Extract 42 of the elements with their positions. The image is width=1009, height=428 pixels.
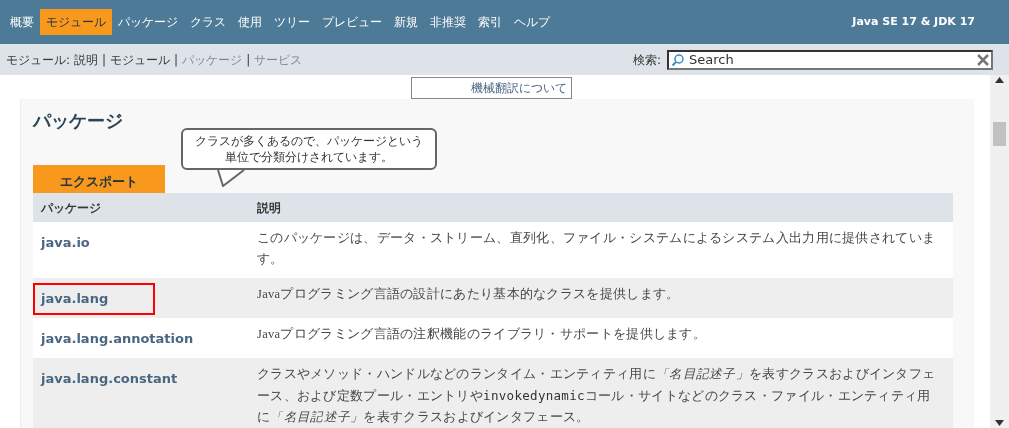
package-link[interactable]: java.lang.constant <box>35 369 184 389</box>
separator: | <box>102 51 107 69</box>
package-link[interactable]: java.io <box>35 233 96 253</box>
scrollbar-thumb[interactable] <box>993 122 1006 146</box>
sub-nav-link[interactable]: 説明 <box>74 50 99 69</box>
scroll-down-arrow-icon[interactable] <box>995 420 1004 426</box>
sub-nav-link: パッケージ <box>182 51 243 69</box>
nav-link[interactable]: 新規 <box>388 9 424 35</box>
scrollbar[interactable] <box>990 75 1009 428</box>
sub-nav-label: モジュール: <box>6 51 71 69</box>
translation-button[interactable]: 機械翻訳について <box>410 77 572 99</box>
nav-link[interactable]: 使用 <box>232 9 268 35</box>
clear-icon[interactable] <box>977 53 989 66</box>
separator: | <box>246 51 251 69</box>
package-description: このパッケージは、データ・ストリーム、直列化、ファイル・システムによるシステム入出力用に提供されています。 <box>257 230 937 268</box>
package-description: Javaプログラミング言語の設計にあたり基本的なクラスを提供します。 <box>257 286 681 303</box>
search-field[interactable]: Search <box>667 49 993 70</box>
column-header: 説明 <box>257 199 281 217</box>
nav-link[interactable]: モジュール <box>40 9 112 35</box>
column-header: パッケージ <box>40 199 102 217</box>
export-tab[interactable]: エクスポート <box>33 165 165 193</box>
scroll-up-arrow-icon[interactable] <box>995 77 1004 83</box>
package-link[interactable]: java.lang.annotation <box>35 329 200 349</box>
section-heading: パッケージ <box>33 109 123 133</box>
sub-nav-link[interactable]: モジュール <box>110 50 171 69</box>
callout-tail-icon <box>217 170 245 187</box>
product-title: Java SE 17 & JDK 17 <box>852 13 975 30</box>
nav-link[interactable]: パッケージ <box>112 9 184 35</box>
nav-link[interactable]: 概要 <box>4 9 40 35</box>
nav-link[interactable]: クラス <box>184 9 232 35</box>
search-icon <box>671 52 685 67</box>
nav-link[interactable]: ツリー <box>268 9 316 35</box>
package-description: Javaプログラミング言語の注釈機能のライブラリ・サポートを提供します。 <box>257 326 707 343</box>
separator: | <box>174 51 179 69</box>
package-link[interactable]: java.lang <box>35 285 153 313</box>
nav-link[interactable]: 索引 <box>472 9 508 35</box>
search-label: 検索: <box>632 51 661 69</box>
nav-link[interactable]: ヘルプ <box>508 9 556 35</box>
package-description: クラスやメソッド・ハンドルなどのランタイム・エンティティ用に「名目記述子」を表すクラスおよびインタフェース、および定数プール・エントリやinvokedynamic コール・サイトなどのクラス・ファイル・エンティティ用に「名目記述子」を表すクラスおよびインタフェース。 <box>257 366 937 426</box>
nav-link[interactable]: 非推奨 <box>424 9 472 35</box>
nav-link[interactable]: プレビュー <box>316 9 388 35</box>
sub-nav-link: サービス <box>254 51 303 69</box>
